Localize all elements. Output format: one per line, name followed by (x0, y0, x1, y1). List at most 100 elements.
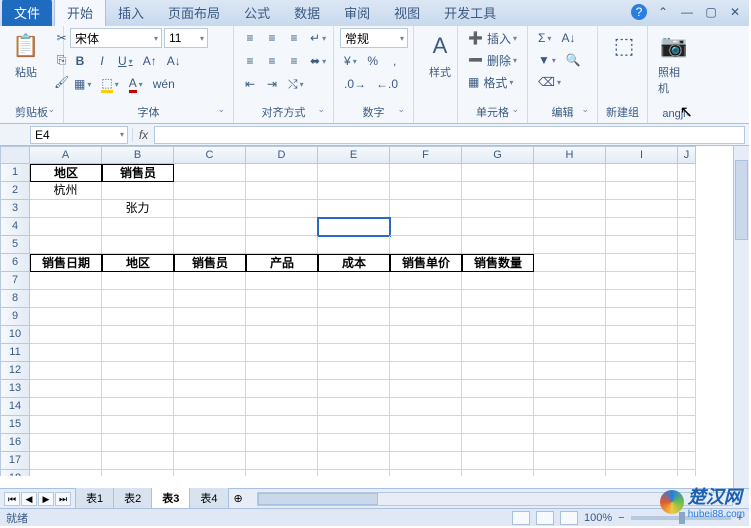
cell-A11[interactable] (30, 344, 102, 362)
cell-J1[interactable] (678, 164, 696, 182)
cell-C11[interactable] (174, 344, 246, 362)
cell-D2[interactable] (246, 182, 318, 200)
cell-F8[interactable] (390, 290, 462, 308)
cell-A13[interactable] (30, 380, 102, 398)
cell-F11[interactable] (390, 344, 462, 362)
cell-D3[interactable] (246, 200, 318, 218)
cell-J3[interactable] (678, 200, 696, 218)
align-center-button[interactable]: ≡ (262, 51, 282, 71)
cell-H12[interactable] (534, 362, 606, 380)
cell-E2[interactable] (318, 182, 390, 200)
cell-D13[interactable] (246, 380, 318, 398)
cell-C18[interactable] (174, 470, 246, 476)
cell-C12[interactable] (174, 362, 246, 380)
cell-H7[interactable] (534, 272, 606, 290)
underline-button[interactable]: U (114, 51, 137, 71)
cell-C5[interactable] (174, 236, 246, 254)
cell-B9[interactable] (102, 308, 174, 326)
format-cells-button[interactable]: ▦格式 (464, 72, 526, 92)
camera-button[interactable]: 📷照相机 (654, 28, 694, 98)
row-header-11[interactable]: 11 (0, 344, 30, 362)
comma-button[interactable]: , (385, 51, 405, 71)
col-D[interactable]: D (246, 146, 318, 164)
cell-B7[interactable] (102, 272, 174, 290)
cell-F14[interactable] (390, 398, 462, 416)
cell-B18[interactable] (102, 470, 174, 476)
cell-F17[interactable] (390, 452, 462, 470)
align-bottom-button[interactable]: ≡ (284, 28, 304, 48)
cell-I6[interactable] (606, 254, 678, 272)
cell-F3[interactable] (390, 200, 462, 218)
align-right-button[interactable]: ≡ (284, 51, 304, 71)
sheet-nav-last[interactable]: ⏭ (55, 492, 71, 506)
cell-F12[interactable] (390, 362, 462, 380)
cell-F2[interactable] (390, 182, 462, 200)
cell-G16[interactable] (462, 434, 534, 452)
cell-A9[interactable] (30, 308, 102, 326)
cell-C16[interactable] (174, 434, 246, 452)
cell-E12[interactable] (318, 362, 390, 380)
cell-A3[interactable] (30, 200, 102, 218)
cell-F5[interactable] (390, 236, 462, 254)
row-header-1[interactable]: 1 (0, 164, 30, 182)
cell-H13[interactable] (534, 380, 606, 398)
cell-G14[interactable] (462, 398, 534, 416)
fill-button[interactable]: ▼ (534, 50, 560, 70)
fx-icon[interactable]: fx (132, 128, 154, 142)
sheet-nav-next[interactable]: ▶ (38, 492, 54, 506)
row-header-8[interactable]: 8 (0, 290, 30, 308)
cell-E10[interactable] (318, 326, 390, 344)
cell-A8[interactable] (30, 290, 102, 308)
cell-H1[interactable] (534, 164, 606, 182)
cell-J7[interactable] (678, 272, 696, 290)
cell-I13[interactable] (606, 380, 678, 398)
cell-D8[interactable] (246, 290, 318, 308)
cell-D4[interactable] (246, 218, 318, 236)
col-E[interactable]: E (318, 146, 390, 164)
sheet-nav-prev[interactable]: ◀ (21, 492, 37, 506)
increase-decimal-button[interactable]: .0→ (340, 74, 370, 94)
cell-J8[interactable] (678, 290, 696, 308)
cell-B17[interactable] (102, 452, 174, 470)
cell-D17[interactable] (246, 452, 318, 470)
cell-E11[interactable] (318, 344, 390, 362)
cell-F18[interactable] (390, 470, 462, 476)
cell-H4[interactable] (534, 218, 606, 236)
cell-H15[interactable] (534, 416, 606, 434)
font-name-select[interactable]: 宋体 (70, 28, 162, 48)
cell-I10[interactable] (606, 326, 678, 344)
cell-C8[interactable] (174, 290, 246, 308)
sheet-nav-first[interactable]: ⏮ (4, 492, 20, 506)
grow-font-button[interactable]: A↑ (139, 51, 161, 71)
cell-D7[interactable] (246, 272, 318, 290)
cell-B5[interactable] (102, 236, 174, 254)
cell-I1[interactable] (606, 164, 678, 182)
cell-I3[interactable] (606, 200, 678, 218)
sheet-tab-2[interactable]: 表2 (113, 488, 152, 509)
tab-layout[interactable]: 页面布局 (156, 0, 232, 26)
cell-B8[interactable] (102, 290, 174, 308)
tab-review[interactable]: 审阅 (332, 0, 382, 26)
row-header-3[interactable]: 3 (0, 200, 30, 218)
cell-E6[interactable]: 成本 (318, 254, 390, 272)
cell-J18[interactable] (678, 470, 696, 476)
cell-H11[interactable] (534, 344, 606, 362)
cell-G15[interactable] (462, 416, 534, 434)
cell-E7[interactable] (318, 272, 390, 290)
sheet-tab-3[interactable]: 表3 (151, 488, 190, 509)
cell-G17[interactable] (462, 452, 534, 470)
row-header-4[interactable]: 4 (0, 218, 30, 236)
cell-J16[interactable] (678, 434, 696, 452)
cell-G3[interactable] (462, 200, 534, 218)
view-layout-button[interactable] (536, 511, 554, 525)
cell-B11[interactable] (102, 344, 174, 362)
cell-A16[interactable] (30, 434, 102, 452)
row-header-14[interactable]: 14 (0, 398, 30, 416)
cell-E16[interactable] (318, 434, 390, 452)
zoom-out-button[interactable]: − (618, 512, 624, 524)
cell-A18[interactable] (30, 470, 102, 476)
cell-I11[interactable] (606, 344, 678, 362)
minimize-icon[interactable]: — (679, 4, 695, 20)
help-icon[interactable]: ? (631, 4, 647, 20)
styles-button[interactable]: A 样式 (420, 28, 460, 82)
